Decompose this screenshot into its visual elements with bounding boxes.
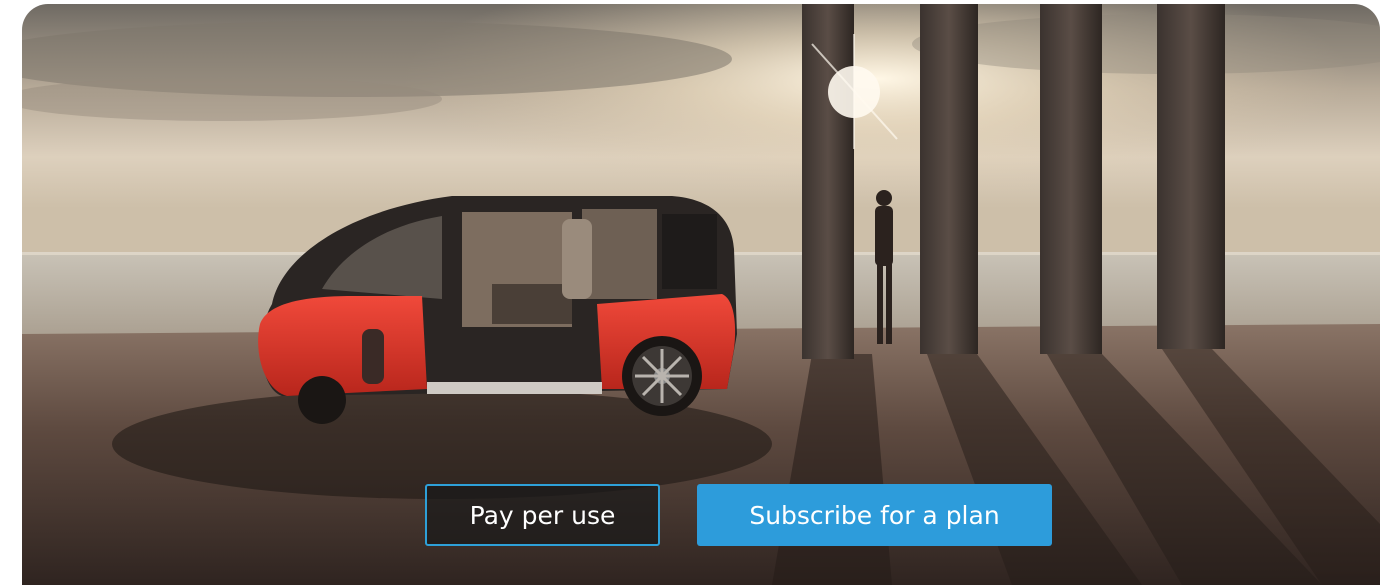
subscribe-plan-button[interactable]: Subscribe for a plan (697, 484, 1052, 546)
hero-banner: Pay per use Subscribe for a plan (22, 4, 1380, 585)
cta-button-group: Pay per use Subscribe for a plan (22, 484, 1380, 548)
pay-per-use-button[interactable]: Pay per use (425, 484, 660, 546)
